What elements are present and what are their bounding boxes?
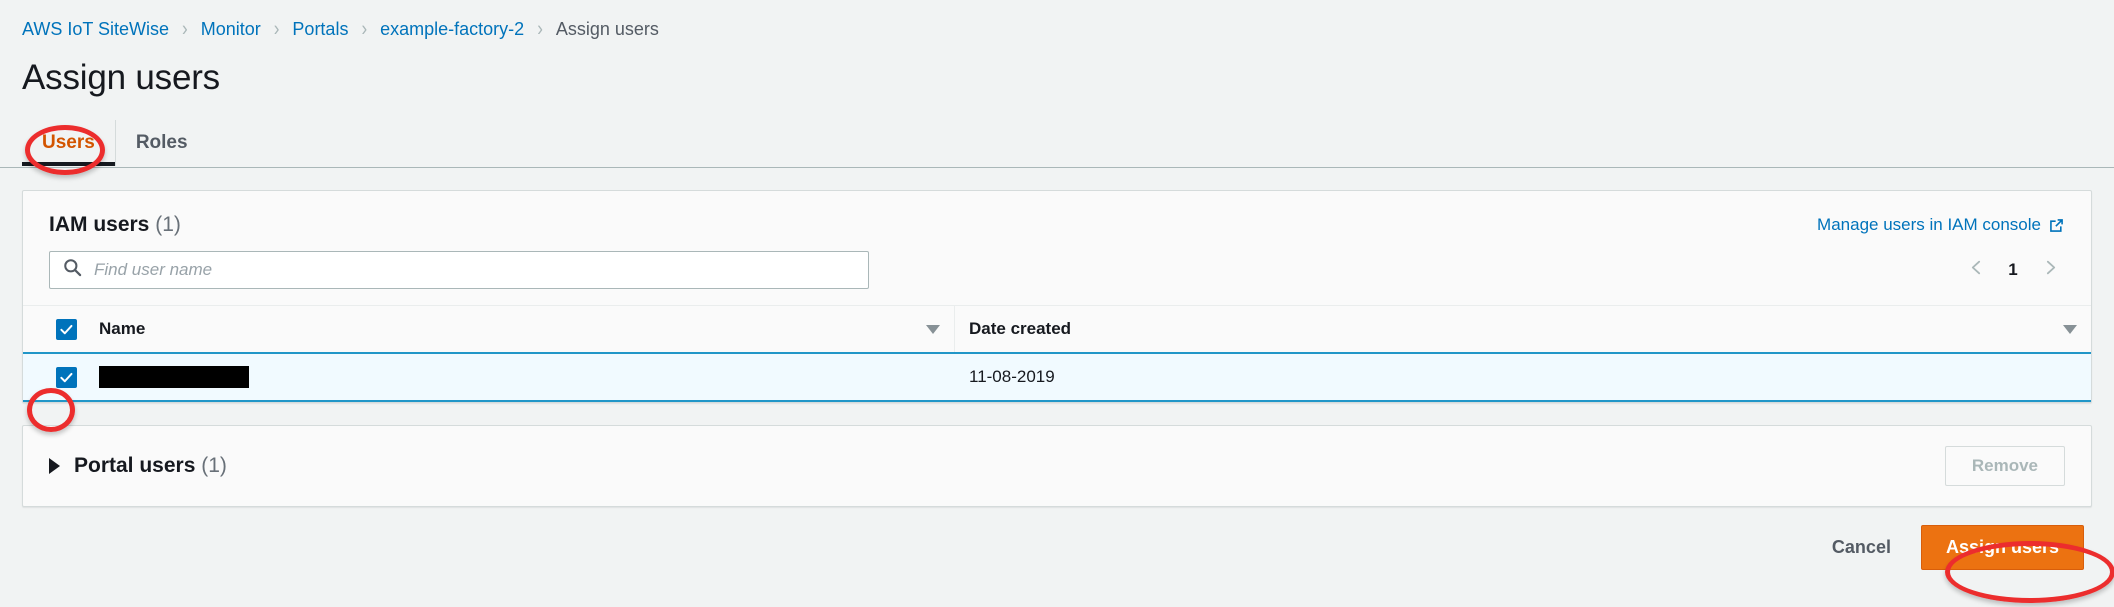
pagination-current-page[interactable]: 1 <box>2005 260 2021 280</box>
header-date-created-label: Date created <box>969 319 1071 339</box>
select-all-checkbox[interactable] <box>23 306 85 352</box>
iam-users-filter-row: 1 <box>23 247 2091 305</box>
row-date-created-cell: 11-08-2019 <box>955 353 2091 401</box>
portal-users-count: (1) <box>201 454 227 477</box>
header-name-label: Name <box>99 319 145 339</box>
chevron-right-icon <box>2042 259 2059 281</box>
portal-users-title-text: Portal users <box>74 454 195 477</box>
tab-roles-label: Roles <box>136 132 188 154</box>
chevron-left-icon <box>1968 259 1985 281</box>
sort-triangle-icon[interactable] <box>2063 325 2077 334</box>
breadcrumb-separator-icon: › <box>182 17 188 42</box>
breadcrumb-separator-icon: › <box>361 17 367 42</box>
manage-users-in-iam-console-link[interactable]: Manage users in IAM console <box>1817 215 2065 235</box>
assign-users-button[interactable]: Assign users <box>1921 525 2084 570</box>
table-row[interactable]: 11-08-2019 <box>23 353 2091 401</box>
tab-users-label: Users <box>42 132 95 154</box>
breadcrumb-separator-icon: › <box>274 17 280 42</box>
footer-actions: Cancel Assign users <box>0 507 2114 570</box>
row-select-cell <box>23 353 85 401</box>
row-name-cell <box>85 353 955 401</box>
breadcrumb-item-current: Assign users <box>556 19 659 40</box>
tabs-container: Users Roles <box>0 120 2114 168</box>
tab-roles[interactable]: Roles <box>116 120 208 166</box>
header-name-cell[interactable]: Name <box>85 306 955 354</box>
checkbox-checked-icon[interactable] <box>56 367 77 388</box>
remove-button: Remove <box>1945 446 2065 486</box>
breadcrumb: AWS IoT SiteWise › Monitor › Portals › e… <box>0 0 2114 40</box>
page-title: Assign users <box>0 40 2114 98</box>
tabs-divider <box>0 167 2114 168</box>
iam-users-card-header: IAM users (1) Manage users in IAM consol… <box>23 191 2091 247</box>
checkbox-checked-icon[interactable] <box>56 319 77 340</box>
header-select-all-cell <box>23 306 85 354</box>
header-date-created-cell[interactable]: Date created <box>955 306 2091 354</box>
pagination-next-button[interactable] <box>2035 255 2065 285</box>
portal-users-title: Portal users (1) <box>74 454 227 478</box>
pagination: 1 <box>1961 255 2065 285</box>
table-header: Name Date created <box>23 306 2091 354</box>
caret-right-icon[interactable] <box>49 458 60 474</box>
iam-users-card: IAM users (1) Manage users in IAM consol… <box>22 190 2092 403</box>
breadcrumb-item-1[interactable]: Monitor <box>201 19 261 40</box>
manage-users-link-label: Manage users in IAM console <box>1817 215 2041 235</box>
portal-users-card: Portal users (1) Remove <box>22 425 2092 507</box>
breadcrumb-item-2[interactable]: Portals <box>292 19 348 40</box>
portal-users-header[interactable]: Portal users (1) <box>49 454 227 478</box>
iam-users-table: Name Date created <box>23 305 2091 402</box>
sort-triangle-icon[interactable] <box>926 325 940 334</box>
iam-users-count: (1) <box>155 213 181 236</box>
row-date-created-value: 11-08-2019 <box>969 367 1055 386</box>
breadcrumb-item-0[interactable]: AWS IoT SiteWise <box>22 19 169 40</box>
search-box <box>49 251 869 289</box>
breadcrumb-item-3[interactable]: example-factory-2 <box>380 19 524 40</box>
row-checkbox[interactable] <box>23 354 85 400</box>
external-link-icon <box>2048 217 2065 234</box>
table-body: 11-08-2019 <box>23 353 2091 401</box>
table-header-row: Name Date created <box>23 306 2091 354</box>
breadcrumb-separator-icon: › <box>537 17 543 42</box>
iam-users-title-text: IAM users <box>49 213 149 236</box>
search-input[interactable] <box>49 251 869 289</box>
redacted-user-name <box>99 366 249 388</box>
cancel-button[interactable]: Cancel <box>1828 529 1895 566</box>
iam-users-title: IAM users (1) <box>49 213 181 237</box>
pagination-prev-button[interactable] <box>1961 255 1991 285</box>
tab-users[interactable]: Users <box>22 120 116 166</box>
